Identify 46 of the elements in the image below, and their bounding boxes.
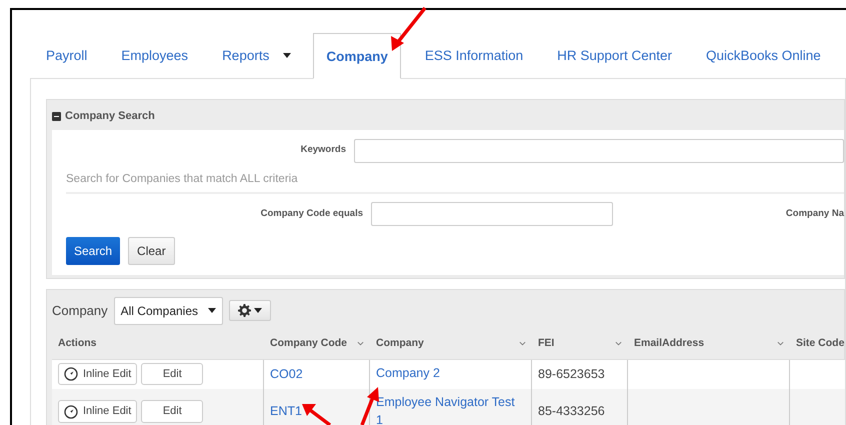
compass-icon bbox=[64, 404, 78, 418]
annotation-arrow bbox=[302, 404, 332, 425]
hint-text: Search for Companies that match ALL criteria bbox=[66, 162, 844, 194]
field-label: Keywords bbox=[300, 143, 346, 158]
table-cell: 85-4333256 bbox=[532, 388, 628, 425]
filter-label: Company bbox=[52, 302, 108, 320]
gear-icon bbox=[238, 304, 252, 318]
nav-tab[interactable]: Company bbox=[313, 32, 401, 79]
panel-title: Company Search bbox=[65, 109, 155, 124]
settings-button[interactable] bbox=[229, 300, 272, 322]
chevron-icon[interactable] bbox=[615, 340, 622, 348]
chevron-icon[interactable] bbox=[357, 340, 364, 348]
nav-tab[interactable]: Reports bbox=[210, 46, 314, 78]
column-header[interactable]: Company Code bbox=[270, 336, 348, 352]
clear-button[interactable]: Clear bbox=[128, 236, 175, 265]
edit-button[interactable]: Edit bbox=[141, 400, 204, 423]
field-label: Company Code equals bbox=[260, 206, 363, 221]
company-code-field[interactable] bbox=[371, 202, 613, 226]
table-cell bbox=[790, 388, 845, 425]
field-label: Company Na bbox=[786, 206, 844, 221]
annotation-arrow bbox=[391, 6, 426, 51]
keywords-field[interactable] bbox=[354, 138, 844, 162]
nav-tab[interactable]: HR Support Center bbox=[545, 46, 694, 78]
column-header[interactable]: Site Code bbox=[796, 336, 844, 352]
nav-tab[interactable]: Payroll bbox=[34, 46, 110, 78]
column-header[interactable]: Company bbox=[376, 336, 424, 352]
collapse-icon[interactable] bbox=[52, 112, 61, 121]
chevron-icon[interactable] bbox=[519, 340, 526, 348]
search-button[interactable]: Search bbox=[66, 236, 120, 265]
nav-tab[interactable]: ESS Information bbox=[412, 46, 546, 78]
column-header[interactable]: FEI bbox=[538, 336, 554, 352]
annotation-arrow bbox=[360, 387, 379, 425]
nav-tab[interactable]: Employees bbox=[109, 46, 210, 78]
column-header[interactable]: Actions bbox=[58, 336, 97, 352]
nav-tab[interactable]: QuickBooks Online bbox=[694, 46, 843, 78]
table-cell bbox=[790, 360, 845, 388]
caret-icon bbox=[283, 53, 292, 58]
inline-edit-button[interactable]: Inline Edit bbox=[58, 362, 138, 386]
compass-icon bbox=[64, 367, 78, 381]
table-cell: 89-6523653 bbox=[532, 360, 628, 388]
column-header[interactable]: EmailAddress bbox=[634, 336, 704, 352]
company-select[interactable]: All Companies bbox=[114, 296, 224, 325]
company-code-link[interactable]: ENT1 bbox=[270, 402, 302, 421]
chevron-icon[interactable] bbox=[777, 340, 784, 348]
edit-button[interactable]: Edit bbox=[141, 362, 204, 386]
inline-edit-button[interactable]: Inline Edit bbox=[58, 400, 138, 423]
